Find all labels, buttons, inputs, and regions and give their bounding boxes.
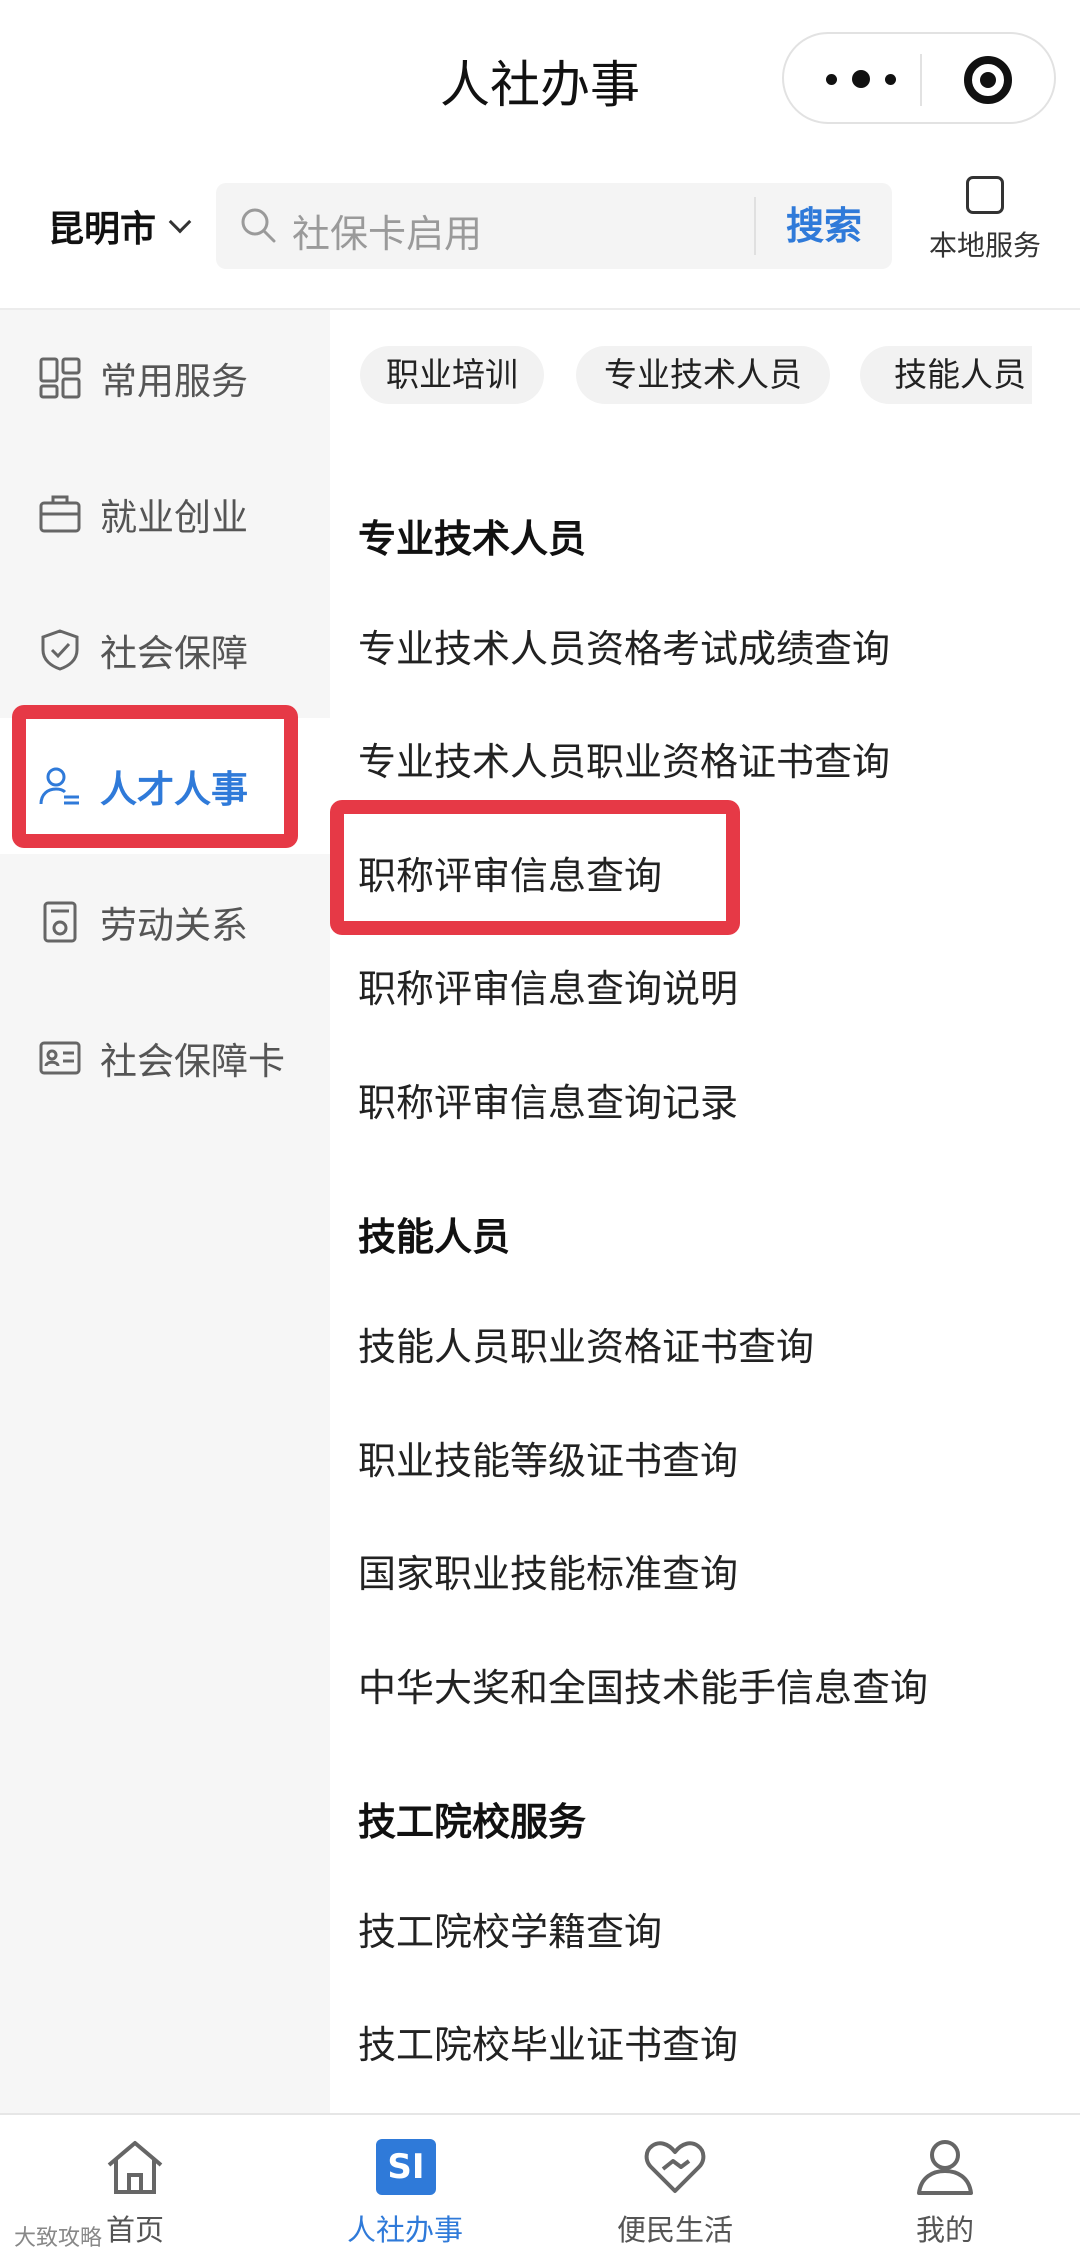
tab-convenience-life[interactable]: 便民生活: [540, 2115, 810, 2255]
chip-skilled-workers[interactable]: 技能人员: [860, 346, 1032, 404]
checkbox-icon: [966, 176, 1004, 214]
tab-mine[interactable]: 我的: [810, 2115, 1080, 2255]
service-item[interactable]: 技工院校学籍查询: [358, 1901, 662, 1956]
search-divider: [754, 197, 756, 255]
sidebar-item-labor-relations[interactable]: 劳动关系: [0, 854, 330, 990]
app-page: 人社办事 昆明市 社保卡启用 搜索 本地服务 常用服务 就业创业 社会保障 人才…: [0, 0, 1080, 2255]
watermark: 大致攻略: [14, 2226, 103, 2251]
sidebar-item-employment[interactable]: 就业创业: [0, 446, 330, 582]
service-item[interactable]: 技工院校毕业证书查询: [358, 2014, 738, 2069]
tab-label: 我的: [915, 2213, 974, 2247]
capsule-divider: [920, 54, 922, 106]
service-item[interactable]: 专业技术人员资格考试成绩查询: [358, 618, 890, 673]
more-icon[interactable]: [826, 64, 896, 94]
search-button[interactable]: 搜索: [772, 199, 876, 253]
home-icon: [107, 2141, 163, 2194]
sidebar-item-social-security-card[interactable]: 社会保障卡: [0, 990, 330, 1126]
service-item[interactable]: 职业技能等级证书查询: [358, 1430, 738, 1485]
bottom-tab-bar: 首页 SI 人社办事 便民生活 我的: [0, 2113, 1080, 2255]
sidebar-item-common-services[interactable]: 常用服务: [0, 310, 330, 446]
service-item[interactable]: 中华大奖和全国技术能手信息查询: [358, 1657, 928, 1712]
local-service-label: 本地服务: [928, 229, 1041, 262]
section-title: 技工院校服务: [358, 1800, 587, 1844]
briefcase-icon: [39, 495, 81, 533]
tab-label: 便民生活: [616, 2213, 733, 2247]
sidebar-item-label: 劳动关系: [100, 904, 248, 947]
service-item[interactable]: 职称评审信息查询说明: [358, 958, 738, 1013]
mini-program-capsule: [782, 32, 1056, 124]
document-badge-icon: [43, 901, 77, 943]
chip-professional-technical[interactable]: 专业技术人员: [576, 346, 830, 404]
id-card-icon: [39, 1041, 81, 1075]
highlight-box-sidebar: [12, 705, 298, 848]
si-badge-icon: SI: [376, 2139, 436, 2195]
grid-icon: [39, 357, 81, 399]
title-bar: 人社办事: [0, 0, 1080, 160]
sidebar: 常用服务 就业创业 社会保障 人才人事 劳动关系 社会保障卡: [0, 310, 330, 2113]
section-title: 技能人员: [358, 1215, 511, 1259]
chip-vocational-training[interactable]: 职业培训: [360, 346, 544, 404]
section-title: 专业技术人员: [358, 517, 587, 561]
sidebar-item-label: 社会保障: [100, 632, 248, 675]
close-target-icon[interactable]: [964, 56, 1012, 104]
search-icon: [241, 208, 276, 243]
category-chips: 职业培训 专业技术人员 技能人员: [360, 346, 1032, 406]
local-service-button[interactable]: 本地服务: [910, 176, 1060, 272]
sidebar-item-social-security[interactable]: 社会保障: [0, 582, 330, 718]
tab-label: 人社办事: [346, 2213, 463, 2247]
sidebar-item-label: 社会保障卡: [100, 1040, 285, 1083]
service-item[interactable]: 技能人员职业资格证书查询: [358, 1316, 814, 1371]
user-icon: [917, 2140, 973, 2195]
shield-check-icon: [41, 629, 79, 671]
sidebar-item-label: 常用服务: [100, 360, 248, 403]
service-item[interactable]: 专业技术人员职业资格证书查询: [358, 731, 890, 786]
tab-hr-services[interactable]: SI 人社办事: [270, 2115, 540, 2255]
city-selector[interactable]: 昆明市: [48, 200, 192, 252]
heart-handshake-icon: [644, 2141, 706, 2193]
highlight-box-item: [330, 800, 740, 935]
search-box[interactable]: 社保卡启用 搜索: [216, 183, 892, 269]
sidebar-item-label: 就业创业: [100, 496, 248, 539]
city-label: 昆明市: [48, 209, 157, 250]
search-input[interactable]: 社保卡启用: [292, 203, 482, 258]
service-item[interactable]: 国家职业技能标准查询: [358, 1543, 738, 1598]
service-item[interactable]: 职称评审信息查询记录: [358, 1072, 738, 1127]
chevron-down-icon: [168, 210, 192, 234]
